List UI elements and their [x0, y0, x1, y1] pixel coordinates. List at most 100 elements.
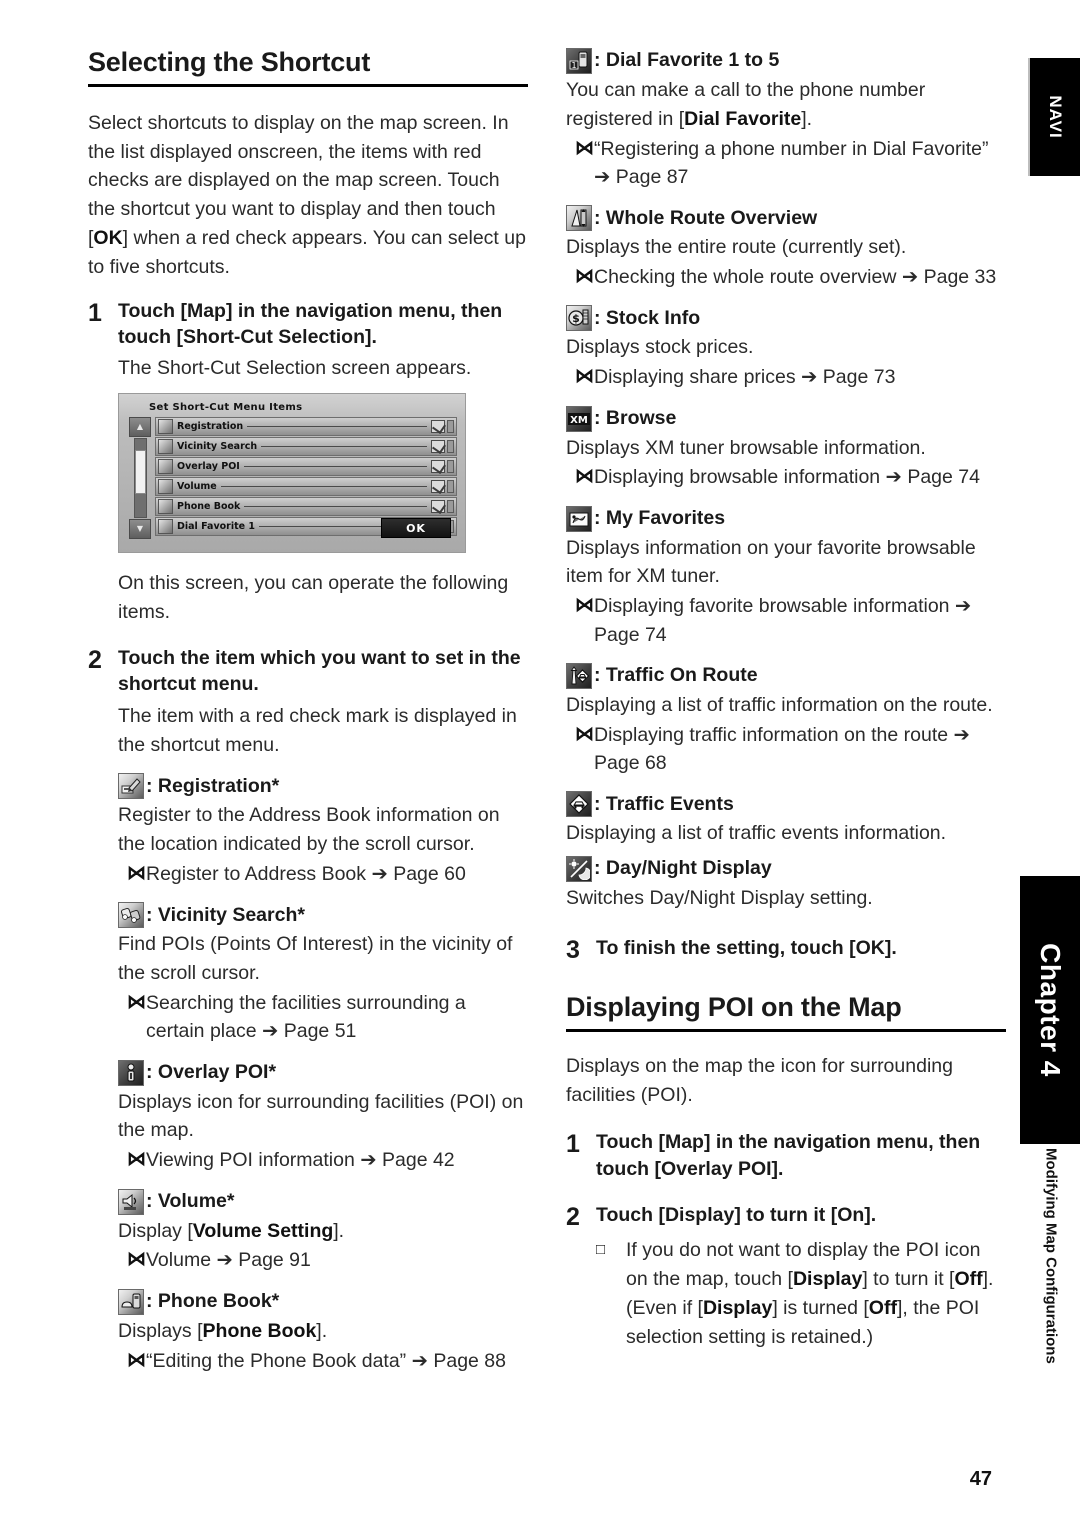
xref-text: Displaying browsable information ➔ Page …	[594, 466, 980, 489]
device-screenshot: Set Short-Cut Menu Items ▲ ▼ Registratio…	[118, 393, 466, 554]
list-item[interactable]: Phone Book	[155, 497, 457, 517]
day-night-icon	[566, 856, 592, 883]
item-day-night-display: : Day/Night Display Switches Day/Night D…	[566, 856, 1006, 913]
list-item-label: Overlay POI	[177, 461, 240, 473]
list-item[interactable]: Vicinity Search	[155, 437, 457, 457]
note-text: If you do not want to display the POI ic…	[626, 1239, 994, 1348]
row-checkbox[interactable]	[431, 420, 445, 434]
item-header: XM : Browse	[566, 405, 1006, 432]
binoculars-icon	[158, 439, 173, 455]
item-header: : Phone Book*	[118, 1288, 528, 1315]
step-1-text: Touch [Map] in the navigation menu, then…	[118, 299, 503, 349]
item-label: : Registration*	[146, 774, 280, 797]
item-label: : My Favorites	[594, 506, 726, 529]
row-checkbox[interactable]	[431, 460, 445, 474]
item-description: Displays [Phone Book].	[118, 1319, 328, 1342]
phone-book-icon	[158, 499, 173, 515]
item-header: : My Favorites	[566, 505, 1006, 532]
cross-reference: ⋈ Register to Address Book ➔ Page 60	[118, 860, 528, 888]
row-leader	[220, 486, 427, 488]
svg-text:XM: XM	[570, 415, 588, 426]
step-3: 3 To finish the setting, touch [OK].	[566, 935, 1006, 965]
cross-reference: ⋈ Displaying favorite browsable informat…	[566, 592, 1006, 649]
item-description: Switches Day/Night Display setting.	[566, 887, 873, 910]
scroll-up-icon[interactable]: ▲	[129, 417, 151, 438]
item-label: : Phone Book*	[146, 1290, 280, 1313]
item-header: : Overlay POI*	[118, 1059, 528, 1086]
item-volume: : Volume* Display [Volume Setting]. ⋈ Vo…	[118, 1188, 528, 1275]
my-favorites-icon	[566, 505, 592, 532]
item-header: : Vicinity Search*	[118, 902, 528, 929]
poi-step-1: 1 Touch [Map] in the navigation menu, th…	[566, 1129, 1006, 1182]
item-label: : Stock Info	[594, 306, 701, 329]
poi-step-2-note: □ If you do not want to display the POI …	[596, 1236, 1006, 1351]
speaker-icon	[158, 479, 173, 495]
device-screen-title: Set Short-Cut Menu Items	[149, 402, 303, 414]
item-label: : Volume*	[146, 1189, 235, 1212]
device-scrollbar[interactable]: ▲ ▼	[127, 417, 153, 540]
item-header: $ : Stock Info	[566, 305, 1006, 332]
scroll-track[interactable]	[133, 438, 147, 519]
row-checkbox[interactable]	[431, 500, 445, 514]
cross-reference: ⋈ “Registering a phone number in Dial Fa…	[566, 135, 1006, 192]
traffic-events-icon	[566, 791, 592, 818]
page-title: Selecting the Shortcut	[88, 47, 371, 77]
list-item[interactable]: Overlay POI	[155, 457, 457, 477]
item-traffic-on-route: : Traffic On Route Displaying a list of …	[566, 662, 1006, 778]
section-title-poi: Displaying POI on the Map	[566, 991, 902, 1022]
left-column: Selecting the Shortcut Select shortcuts …	[88, 47, 528, 1375]
list-item[interactable]: Registration	[155, 417, 457, 437]
xref-arrow-icon: ⋈	[127, 1249, 146, 1271]
side-tab-navi: NAVI	[1028, 58, 1080, 176]
item-label: : Traffic On Route	[594, 664, 758, 687]
speaker-icon	[118, 1188, 144, 1215]
step-1-number: 1	[88, 298, 102, 327]
step-1: 1 Touch [Map] in the navigation menu, th…	[88, 298, 528, 351]
step-2-number: 2	[88, 646, 102, 675]
row-leader	[261, 446, 427, 448]
step-3-number: 3	[566, 935, 580, 964]
row-tail	[447, 480, 454, 494]
cross-reference: ⋈ “Editing the Phone Book data” ➔ Page 8…	[118, 1347, 528, 1375]
row-checkbox[interactable]	[431, 480, 445, 494]
item-description: Register to the Address Book information…	[118, 804, 500, 856]
item-label: : Browse	[594, 406, 677, 429]
item-description: Displaying a list of traffic events info…	[566, 822, 947, 845]
ok-button[interactable]: OK	[381, 518, 451, 539]
item-label: : Dial Favorite 1 to 5	[594, 49, 780, 72]
item-description: You can make a call to the phone number …	[566, 79, 926, 130]
scroll-down-icon[interactable]: ▼	[129, 519, 151, 540]
svg-text:1: 1	[571, 61, 576, 70]
item-phone-book: : Phone Book* Displays [Phone Book]. ⋈ “…	[118, 1288, 528, 1375]
item-traffic-events: : Traffic Events Displaying a list of tr…	[566, 791, 1006, 848]
cross-reference: ⋈ Volume ➔ Page 91	[118, 1246, 528, 1274]
poi-step-2-number: 2	[566, 1203, 580, 1232]
row-tail	[447, 420, 454, 434]
xref-arrow-icon: ⋈	[575, 266, 594, 288]
registration-icon	[118, 773, 144, 800]
item-description: Displays the entire route (currently set…	[566, 236, 907, 259]
step-2-subtext: The item with a red check mark is displa…	[118, 704, 517, 756]
cross-reference: ⋈ Displaying share prices ➔ Page 73	[566, 363, 1006, 391]
item-header: : Traffic Events	[566, 791, 1006, 818]
list-item-label: Dial Favorite 1	[177, 521, 256, 533]
cross-reference: ⋈ Searching the facilities surrounding a…	[118, 989, 528, 1046]
item-header: : Registration*	[118, 773, 528, 800]
side-tab-chapter: Chapter 4	[1020, 876, 1080, 1144]
binoculars-icon	[118, 902, 144, 929]
title-rule	[88, 83, 528, 87]
xref-arrow-icon: ⋈	[127, 1149, 146, 1171]
xref-arrow-icon: ⋈	[575, 466, 594, 488]
item-overlay-poi: : Overlay POI* Displays icon for surroun…	[118, 1059, 528, 1175]
item-label: : Vicinity Search*	[146, 903, 305, 926]
stock-info-icon: $	[566, 305, 592, 332]
list-item[interactable]: Volume	[155, 477, 457, 497]
xref-arrow-icon: ⋈	[575, 137, 594, 159]
cross-reference: ⋈ Displaying traffic information on the …	[566, 721, 1006, 778]
item-browse: XM : Browse Displays XM tuner browsable …	[566, 405, 1006, 492]
xref-text: “Registering a phone number in Dial Favo…	[594, 137, 989, 188]
item-dial-favorite: 1 : Dial Favorite 1 to 5 You can make a …	[566, 48, 1006, 191]
item-header: : Whole Route Overview	[566, 205, 1006, 232]
row-checkbox[interactable]	[431, 440, 445, 454]
scroll-thumb[interactable]	[134, 450, 146, 494]
